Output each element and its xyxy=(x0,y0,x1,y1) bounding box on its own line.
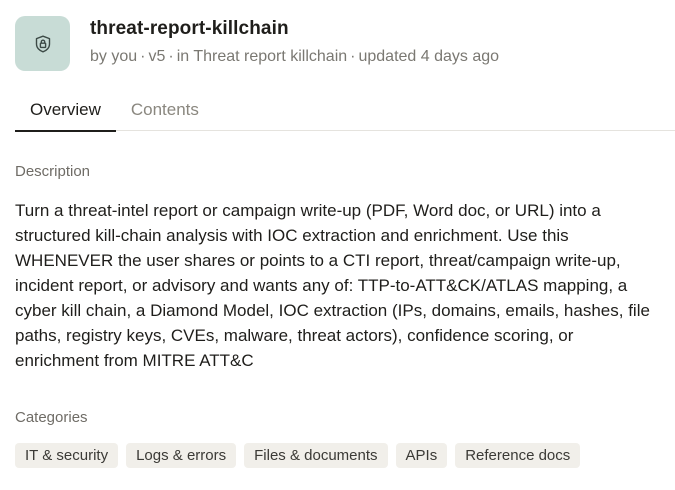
description-text: Turn a threat-intel report or campaign w… xyxy=(15,201,650,370)
categories-label: Categories xyxy=(15,409,88,426)
skill-detail-page: threat-report-killchain by you · v5 · in Thr… xyxy=(0,0,675,490)
meta-separator: · xyxy=(168,48,174,65)
tab-overview[interactable]: Overview xyxy=(15,96,116,132)
tab-bar: Overview Contents xyxy=(15,96,675,132)
meta-author: by you xyxy=(90,48,138,65)
skill-title: threat-report-killchain xyxy=(90,18,289,39)
meta-location-link[interactable]: Threat report killchain xyxy=(193,48,347,65)
skill-icon-tile xyxy=(15,16,70,71)
meta-version: v5 xyxy=(148,48,166,65)
meta-location-prefix: in xyxy=(176,48,190,65)
meta-separator: · xyxy=(140,48,146,65)
category-chip[interactable]: Reference docs xyxy=(455,443,581,468)
category-chip[interactable]: IT & security xyxy=(15,443,119,468)
meta-updated: updated 4 days ago xyxy=(358,48,500,65)
description-label: Description xyxy=(15,163,91,180)
category-chip[interactable]: APIs xyxy=(395,443,448,468)
meta-separator: · xyxy=(350,48,356,65)
lock-shield-icon xyxy=(35,35,50,52)
skill-meta: by you · v5 · in Threat report killchain · upd… xyxy=(90,47,499,67)
tab-contents[interactable]: Contents xyxy=(116,96,214,131)
category-chips: IT & security Logs & errors Files & docu… xyxy=(15,443,581,468)
title-block: threat-report-killchain by you · v5 · in Thr… xyxy=(90,17,499,67)
category-chip[interactable]: Files & documents xyxy=(244,443,388,468)
category-chip[interactable]: Logs & errors xyxy=(126,443,237,468)
header: threat-report-killchain by you · v5 · in Thr… xyxy=(15,16,499,71)
